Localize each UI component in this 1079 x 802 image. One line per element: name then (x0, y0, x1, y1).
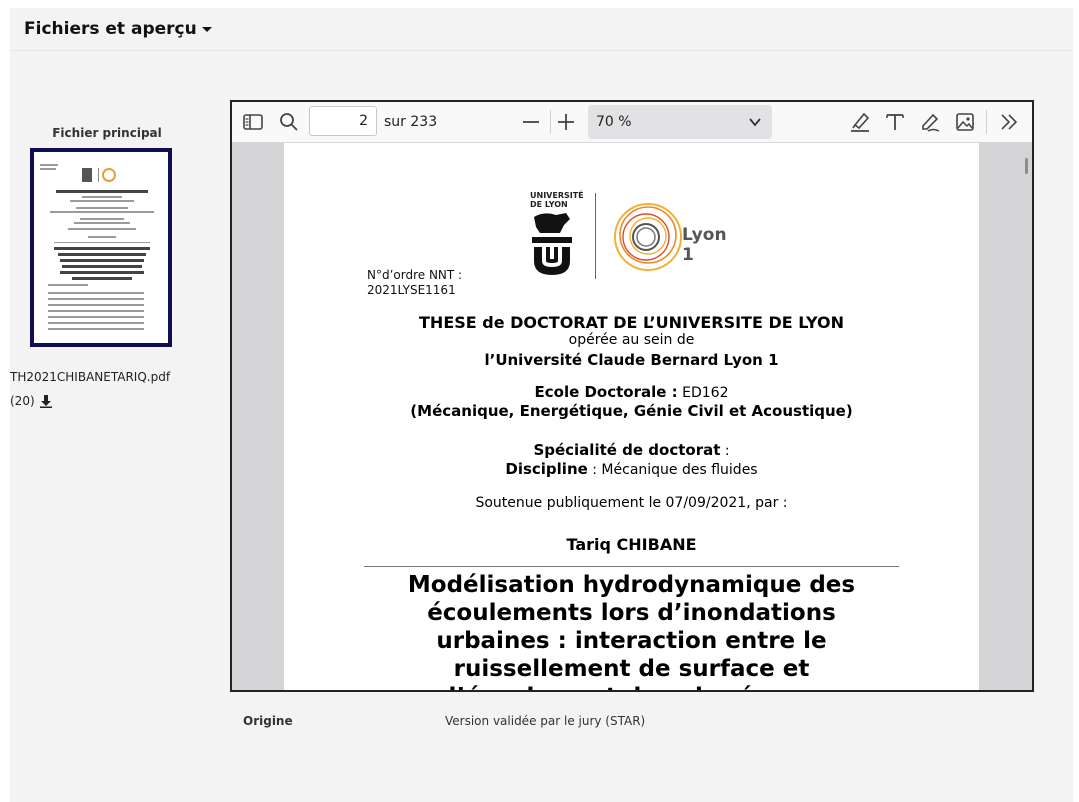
page-number-input[interactable] (309, 106, 377, 136)
pdf-viewer: sur 233 70 % (230, 100, 1034, 692)
ecole-value: ED162 (677, 385, 729, 401)
specialite-value: : (720, 443, 730, 459)
image-icon[interactable] (952, 109, 978, 135)
logo-divider (595, 193, 596, 279)
thumb-line (60, 271, 144, 274)
double-chevron-right-icon[interactable] (996, 109, 1022, 135)
specialite-label: Spécialité de doctorat (533, 441, 721, 459)
draw-icon[interactable] (917, 109, 943, 135)
thumb-line (54, 242, 150, 243)
caret-down-icon (201, 26, 212, 32)
zoom-select[interactable]: 70 % (588, 105, 772, 139)
pdf-thumbnail[interactable] (30, 148, 172, 347)
operee-text: opérée au sein de (568, 332, 695, 348)
zoom-value: 70 % (596, 114, 632, 130)
thumb-line (48, 298, 144, 300)
download-icon[interactable] (40, 395, 53, 408)
university-logos: UNIVERSITÉ DE LYON Lyon 1 (530, 191, 740, 283)
thumb-line (40, 164, 58, 166)
udl-logo-text: UNIVERSITÉ DE LYON (530, 191, 584, 209)
thesis-title-line: ruissellement de surface et (453, 656, 810, 682)
thumb-logo-divider (98, 168, 99, 182)
origin-label: Origine (243, 714, 293, 728)
pdf-toolbar: sur 233 70 % (232, 102, 1032, 143)
nnt-label: N°d’ordre NNT : (367, 268, 463, 282)
thumb-line (56, 190, 148, 193)
thesis-title-line: Modélisation hydrodynamique des (407, 572, 856, 598)
thumb-line (48, 292, 144, 294)
pdf-page: UNIVERSITÉ DE LYON Lyon 1 N°d’ordre NNT … (284, 143, 979, 690)
thesis-title: Modélisation hydrodynamique des écouleme… (284, 571, 979, 690)
thumb-logo-udl (82, 168, 92, 182)
thumb-line (54, 247, 150, 250)
thumb-line (88, 236, 116, 238)
lyon1-logo-circles (614, 203, 682, 271)
thumb-line (70, 200, 134, 202)
university-name: l’Université Claude Bernard Lyon 1 (484, 351, 779, 369)
chevron-down-icon (749, 118, 761, 127)
discipline-label: Discipline (505, 460, 588, 478)
thumb-line (68, 228, 136, 230)
thesis-title-line: l’écoulement dans le réseau (284, 683, 979, 690)
discipline-line: Discipline : Mécanique des fluides (284, 460, 979, 478)
thumb-line (72, 277, 132, 280)
ecole-line: Ecole Doctorale : ED162 (284, 383, 979, 401)
thumb-line (74, 222, 130, 224)
thumb-line (60, 259, 144, 262)
thumb-line (48, 310, 144, 312)
panel-title-toggle[interactable]: Fichiers et aperçu (24, 19, 212, 39)
minus-icon (523, 121, 539, 123)
thesis-heading: THESE de DOCTORAT DE L’UNIVERSITE DE LYO… (419, 313, 844, 332)
download-count: (20) (10, 394, 35, 408)
search-icon[interactable] (276, 109, 302, 135)
thumb-line (58, 253, 146, 256)
specialite-line: Spécialité de doctorat : (284, 441, 979, 459)
nnt-block: N°d’ordre NNT : 2021LYSE1161 (367, 268, 462, 298)
highlight-icon[interactable] (847, 109, 873, 135)
discipline-value: : Mécanique des fluides (587, 462, 758, 478)
title-rule (364, 566, 899, 567)
thumb-line (40, 168, 56, 170)
zoom-out-button[interactable] (518, 109, 544, 135)
pdf-scroll-area[interactable]: UNIVERSITÉ DE LYON Lyon 1 N°d’ordre NNT … (232, 143, 1032, 690)
soutenue-text: Soutenue publiquement le 07/09/2021, par… (475, 495, 788, 511)
origin-value: Version validée par le jury (STAR) (445, 714, 646, 728)
nnt-value: 2021LYSE1161 (367, 283, 456, 297)
page-total: sur 233 (384, 114, 438, 130)
thumb-line (50, 211, 154, 213)
thumb-line (80, 218, 124, 220)
plus-icon (558, 114, 574, 130)
thumb-line (48, 316, 144, 318)
thesis-title-line: urbaines : interaction entre le (436, 628, 827, 654)
author-name: Tariq CHIBANE (566, 535, 697, 554)
toolbar-divider (986, 110, 987, 134)
ecole-label: Ecole Doctorale : (534, 383, 678, 401)
thumb-line (48, 322, 144, 324)
thumb-line (62, 265, 142, 268)
files-panel: Fichiers et aperçu Fichier principal TH2… (10, 8, 1073, 802)
thumb-line (82, 196, 122, 198)
udl-lion-logo (532, 213, 572, 275)
download-count-row: (20) (10, 394, 204, 408)
text-icon[interactable] (882, 109, 908, 135)
sidebar-toggle-icon[interactable] (240, 109, 266, 135)
scrollbar-thumb[interactable] (1025, 158, 1028, 174)
panel-header: Fichiers et aperçu (10, 8, 1073, 51)
ecole-name: (Mécanique, Energétique, Génie Civil et … (410, 402, 853, 420)
thumb-line (48, 328, 144, 330)
zoom-in-button[interactable] (553, 109, 579, 135)
thesis-title-line: écoulements lors d’inondations (427, 600, 836, 626)
thumb-line (48, 284, 88, 286)
thumb-line (48, 304, 144, 306)
lyon1-logo-text: Lyon 1 (682, 225, 727, 265)
thumb-logo-lyon1 (102, 168, 116, 182)
panel-title: Fichiers et aperçu (24, 19, 197, 39)
toolbar-divider (550, 110, 551, 134)
file-name-link[interactable]: TH2021CHIBANETARIQ.pdf (10, 370, 204, 384)
main-file-block: TH2021CHIBANETARIQ.pdf (20) (10, 126, 204, 426)
thumb-line (76, 207, 128, 209)
